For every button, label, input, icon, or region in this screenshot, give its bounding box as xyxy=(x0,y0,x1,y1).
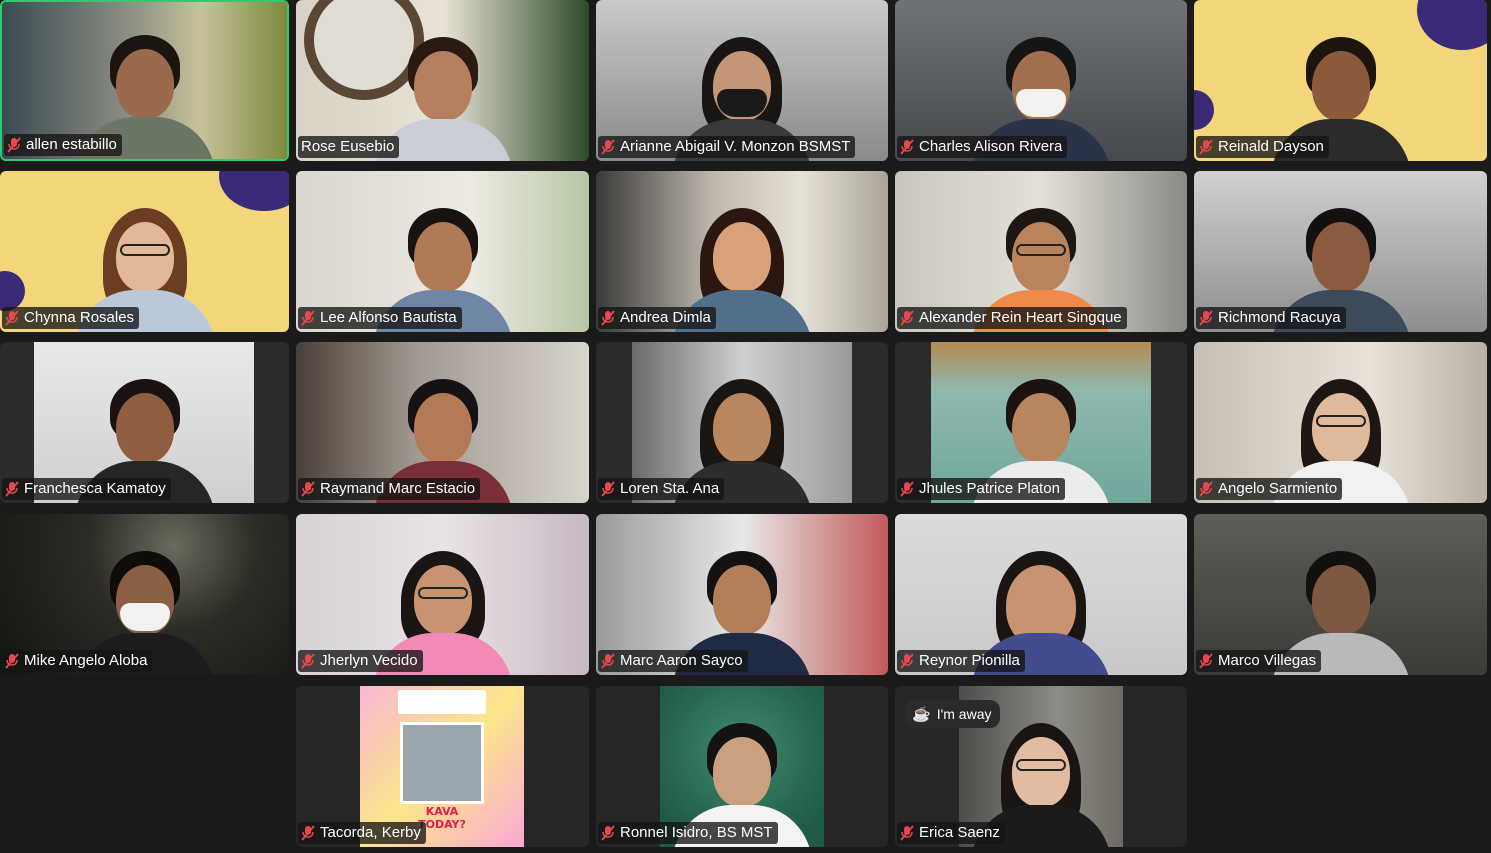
participant-name: Jherlyn Vecido xyxy=(320,652,418,669)
participant-name-label: Alexander Rein Heart Singque xyxy=(897,307,1127,329)
mic-muted-icon xyxy=(900,481,914,497)
mic-muted-icon xyxy=(601,825,615,841)
participant-tile[interactable]: Rose Eusebio xyxy=(296,0,589,161)
participant-name: Tacorda, Kerby xyxy=(320,824,421,841)
participant-tile[interactable]: Marco Villegas xyxy=(1194,514,1487,675)
participant-name-label: Jhules Patrice Platon xyxy=(897,478,1065,500)
mic-muted-icon xyxy=(1199,310,1213,326)
participant-tile[interactable]: Charles Alison Rivera xyxy=(895,0,1187,161)
participant-name-label: allen estabillo xyxy=(4,134,122,156)
mic-muted-icon xyxy=(1199,653,1213,669)
participant-name: Loren Sta. Ana xyxy=(620,480,720,497)
participant-name: allen estabillo xyxy=(26,136,117,153)
participant-tile[interactable]: Richmond Racuya xyxy=(1194,171,1487,332)
participant-name: Alexander Rein Heart Singque xyxy=(919,309,1122,326)
coffee-cup-icon: ☕ xyxy=(912,706,931,723)
mic-muted-icon xyxy=(900,139,914,155)
participant-name: Angelo Sarmiento xyxy=(1218,480,1338,497)
participant-tile[interactable]: Mike Angelo Aloba xyxy=(0,514,289,675)
participant-name-label: Marc Aaron Sayco xyxy=(598,650,748,672)
participant-name: Charles Alison Rivera xyxy=(919,138,1063,155)
video-grid: allen estabillo Rose Eusebio Arianne Abi… xyxy=(0,0,1491,853)
mic-muted-icon xyxy=(301,653,315,669)
participant-name-label: Arianne Abigail V. Monzon BSMST xyxy=(598,136,856,158)
participant-tile[interactable]: Jherlyn Vecido xyxy=(296,514,589,675)
mic-muted-icon xyxy=(601,139,615,155)
participant-tile[interactable]: Loren Sta. Ana xyxy=(596,342,888,503)
participant-tile[interactable]: Raymand Marc Estacio xyxy=(296,342,589,503)
participant-name: Reynor Pionilla xyxy=(919,652,1020,669)
participant-name: Erica Saenz xyxy=(919,824,1000,841)
mic-muted-icon xyxy=(900,653,914,669)
participant-name-label: Charles Alison Rivera xyxy=(897,136,1068,158)
away-status-badge: ☕ I'm away xyxy=(905,700,1001,728)
participant-name-label: Jherlyn Vecido xyxy=(298,650,423,672)
participant-name-label: Reynor Pionilla xyxy=(897,650,1025,672)
participant-name-label: Raymand Marc Estacio xyxy=(298,478,481,500)
participant-name-label: Erica Saenz xyxy=(897,822,1005,844)
participant-tile[interactable]: KAVA TODAY? Tacorda, Kerby xyxy=(296,686,589,847)
participant-name: Reinald Dayson xyxy=(1218,138,1324,155)
mic-muted-icon xyxy=(5,653,19,669)
participant-tile[interactable]: allen estabillo xyxy=(0,0,289,161)
participant-tile[interactable]: Jhules Patrice Platon xyxy=(895,342,1187,503)
participant-name-label: Angelo Sarmiento xyxy=(1196,478,1343,500)
participant-tile[interactable]: Chynna Rosales xyxy=(0,171,289,332)
participant-name: Jhules Patrice Platon xyxy=(919,480,1060,497)
participant-name-label: Loren Sta. Ana xyxy=(598,478,725,500)
participant-tile[interactable]: Angelo Sarmiento xyxy=(1194,342,1487,503)
participant-tile[interactable]: Ronnel Isidro, BS MST xyxy=(596,686,888,847)
participant-tile[interactable]: Franchesca Kamatoy xyxy=(0,342,289,503)
participant-name-label: Franchesca Kamatoy xyxy=(2,478,171,500)
participant-name: Arianne Abigail V. Monzon BSMST xyxy=(620,138,851,155)
mic-muted-icon xyxy=(1199,481,1213,497)
mic-muted-icon xyxy=(1199,139,1213,155)
participant-tile[interactable]: Reinald Dayson xyxy=(1194,0,1487,161)
mic-muted-icon xyxy=(900,310,914,326)
participant-tile[interactable]: Reynor Pionilla xyxy=(895,514,1187,675)
mic-muted-icon xyxy=(601,653,615,669)
participant-name: Marc Aaron Sayco xyxy=(620,652,743,669)
participant-name: Andrea Dimla xyxy=(620,309,711,326)
participant-name-label: Lee Alfonso Bautista xyxy=(298,307,462,329)
participant-name: Ronnel Isidro, BS MST xyxy=(620,824,773,841)
participant-name-label: Reinald Dayson xyxy=(1196,136,1329,158)
participant-tile[interactable]: Arianne Abigail V. Monzon BSMST xyxy=(596,0,888,161)
mic-muted-icon xyxy=(601,310,615,326)
participant-name-label: Rose Eusebio xyxy=(298,136,400,158)
participant-name-label: Marco Villegas xyxy=(1196,650,1322,672)
mic-muted-icon xyxy=(900,825,914,841)
participant-name: Chynna Rosales xyxy=(24,309,135,326)
participant-name: Franchesca Kamatoy xyxy=(24,480,166,497)
mic-muted-icon xyxy=(301,825,315,841)
participant-name: Raymand Marc Estacio xyxy=(320,480,476,497)
participant-name: Mike Angelo Aloba xyxy=(24,652,148,669)
participant-name: Rose Eusebio xyxy=(301,138,395,155)
participant-name-label: Andrea Dimla xyxy=(598,307,716,329)
participant-name-label: Chynna Rosales xyxy=(2,307,140,329)
mic-muted-icon xyxy=(5,310,19,326)
mic-muted-icon xyxy=(301,310,315,326)
participant-tile[interactable]: Andrea Dimla xyxy=(596,171,888,332)
participant-tile[interactable]: ☕ I'm away Erica Saenz xyxy=(895,686,1187,847)
mic-muted-icon xyxy=(7,137,21,153)
mic-muted-icon xyxy=(301,481,315,497)
participant-name-label: Ronnel Isidro, BS MST xyxy=(598,822,778,844)
away-status-text: I'm away xyxy=(936,706,992,722)
participant-tile[interactable]: Lee Alfonso Bautista xyxy=(296,171,589,332)
participant-name: Marco Villegas xyxy=(1218,652,1317,669)
participant-tile[interactable]: Alexander Rein Heart Singque xyxy=(895,171,1187,332)
participant-tile[interactable]: Marc Aaron Sayco xyxy=(596,514,888,675)
participant-name-label: Mike Angelo Aloba xyxy=(2,650,153,672)
participant-name: Richmond Racuya xyxy=(1218,309,1341,326)
participant-name-label: Tacorda, Kerby xyxy=(298,822,426,844)
mic-muted-icon xyxy=(5,481,19,497)
participant-name: Lee Alfonso Bautista xyxy=(320,309,457,326)
participant-name-label: Richmond Racuya xyxy=(1196,307,1346,329)
mic-muted-icon xyxy=(601,481,615,497)
